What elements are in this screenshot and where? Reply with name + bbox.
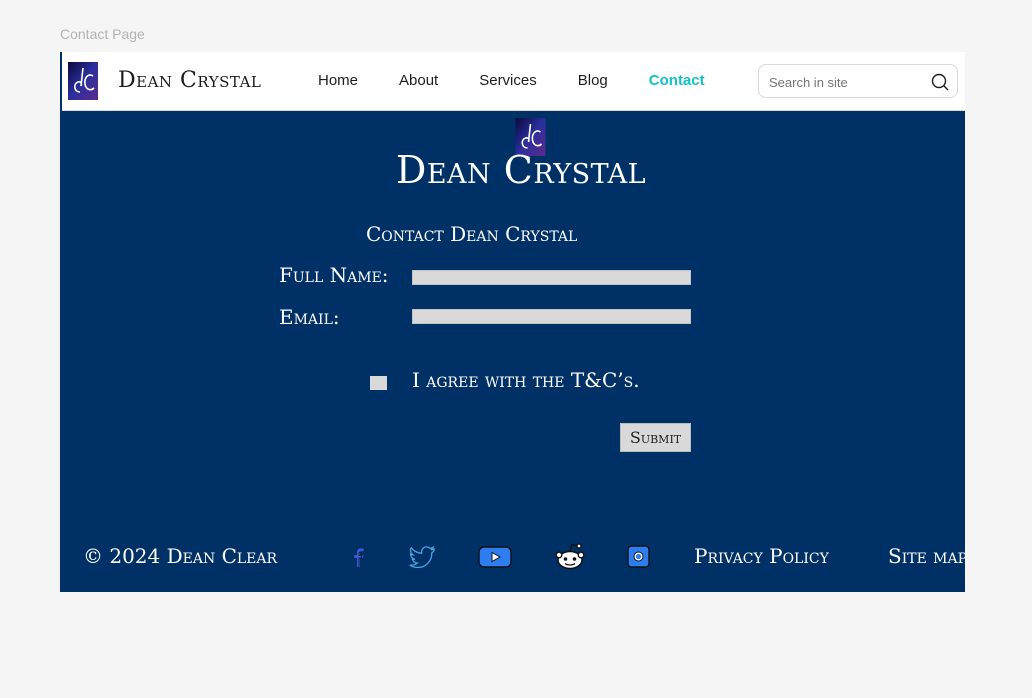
facebook-icon[interactable] [348, 546, 368, 568]
twitter-icon[interactable] [408, 546, 436, 568]
site-header: Dean Crystal Home About Services Blog Co… [62, 52, 965, 111]
nav-services[interactable]: Services [479, 72, 537, 89]
full-name-input[interactable] [412, 270, 691, 285]
hero-title: Dean Crystal [395, 148, 647, 192]
terms-label: I agree with the T&C’s. [412, 368, 640, 392]
reddit-icon[interactable] [555, 542, 585, 570]
email-label: Email: [279, 305, 340, 329]
site-frame: Dean Crystal Home About Services Blog Co… [60, 52, 965, 592]
copyright: © 2024 Dean Clear [83, 544, 278, 568]
terms-checkbox[interactable] [370, 376, 387, 390]
nav-about[interactable]: About [399, 72, 438, 89]
email-input[interactable] [412, 309, 691, 324]
form-title: Contact Dean Crystal [366, 222, 578, 246]
search-input[interactable] [767, 72, 921, 92]
nav-contact[interactable]: Contact [649, 72, 705, 89]
full-name-label: Full Name: [279, 263, 389, 287]
submit-button[interactable]: Submit [620, 423, 691, 452]
instagram-icon[interactable] [627, 545, 650, 568]
page-caption: Contact Page [60, 26, 145, 42]
logo-icon[interactable] [68, 62, 98, 100]
nav-blog[interactable]: Blog [578, 72, 608, 89]
main-nav: Home About Services Blog Contact [318, 72, 705, 89]
brand-name[interactable]: Dean Crystal [118, 68, 261, 93]
youtube-icon[interactable] [478, 546, 512, 568]
site-map-link[interactable]: Site map [888, 544, 965, 568]
search-box [758, 64, 958, 98]
nav-home[interactable]: Home [318, 72, 358, 89]
privacy-policy-link[interactable]: Privacy Policy [694, 544, 829, 568]
search-icon[interactable] [931, 73, 949, 91]
